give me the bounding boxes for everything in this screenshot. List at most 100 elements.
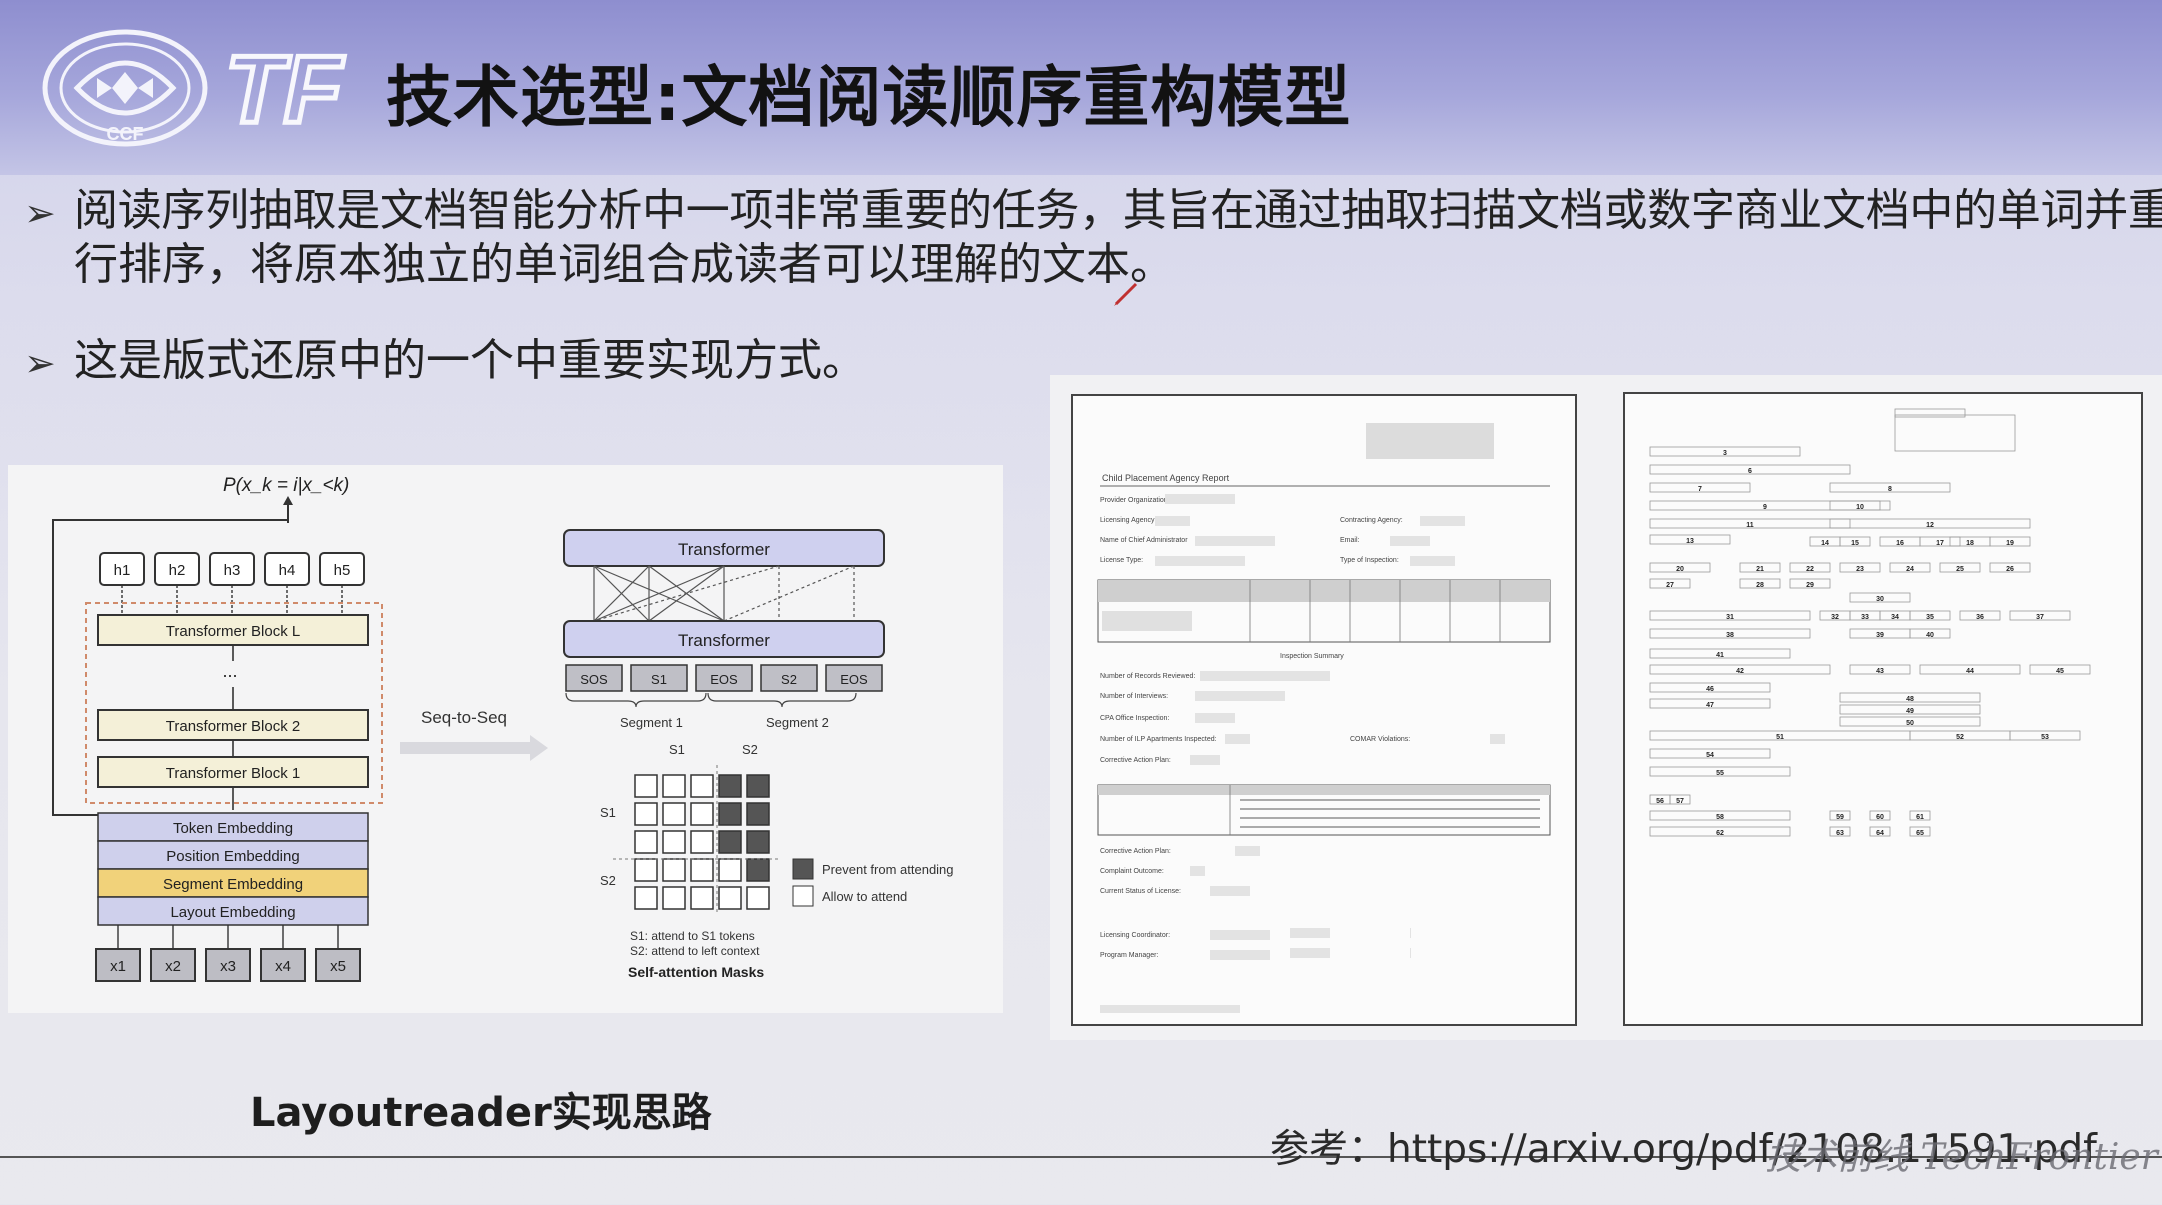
bullet-2-line1: 这是版式还原中的一个中重要实现方式。 [74, 335, 866, 386]
order-number: 53 [2041, 734, 2049, 741]
form-label: Licensing Coordinator: [1100, 932, 1170, 939]
order-number: 36 [1976, 614, 1984, 621]
order-number: 46 [1706, 686, 1714, 693]
block-ellipsis: ... [222, 661, 237, 681]
watermark: 技术前线 TechFrontier [1765, 1137, 2158, 1178]
order-number: 26 [2006, 566, 2014, 573]
bullet-1-line1: 阅读序列抽取是文档智能分析中一项非常重要的任务，其旨在通过抽取扫描文档或数字商业… [74, 185, 2162, 236]
order-number: 41 [1716, 652, 1724, 659]
order-number: 37 [2036, 614, 2044, 621]
order-number: 15 [1851, 540, 1859, 547]
order-number: 54 [1706, 752, 1714, 759]
form-label: Program Manager: [1100, 952, 1158, 959]
form-label: Number of Interviews: [1100, 693, 1168, 700]
order-number: 64 [1876, 830, 1884, 837]
mask-cell [718, 858, 742, 882]
order-number: 62 [1716, 830, 1724, 837]
mask-title: Self-attention Masks [628, 964, 764, 980]
order-number: 45 [2056, 668, 2064, 675]
x-token-label: x3 [220, 958, 236, 975]
x-token-label: x5 [330, 958, 346, 975]
legend-allow-label: Allow to attend [822, 889, 907, 904]
order-number: 60 [1876, 814, 1884, 821]
seq2seq-label: Seq-to-Seq [421, 708, 507, 727]
order-number: 13 [1686, 538, 1694, 545]
mask-cell [662, 774, 686, 798]
order-number: 17 [1936, 540, 1944, 547]
mask-note-2: S2: attend to left context [630, 944, 760, 958]
form-label: Current Status of License: [1100, 888, 1181, 895]
legend-prevent-label: Prevent from attending [822, 862, 954, 877]
header-banner: CCF TF 技术选型:文档阅读顺序重构模型 [0, 0, 2162, 175]
order-number: 59 [1836, 814, 1844, 821]
order-number: 18 [1966, 540, 1974, 547]
order-number: 6 [1748, 468, 1752, 475]
order-number: 12 [1926, 522, 1934, 529]
order-number: 58 [1716, 814, 1724, 821]
h-token-label: h2 [169, 562, 186, 579]
order-number: 7 [1698, 486, 1702, 493]
order-number: 20 [1676, 566, 1684, 573]
x-token-label: x1 [110, 958, 126, 975]
seq-token-label: SOS [580, 672, 608, 687]
order-number: 23 [1856, 566, 1864, 573]
mask-cell [662, 802, 686, 826]
order-number: 8 [1888, 486, 1892, 493]
order-number: 29 [1806, 582, 1814, 589]
mask-cell [746, 830, 770, 854]
order-number: 56 [1656, 798, 1664, 805]
x-token-label: x4 [275, 958, 291, 975]
order-number: 3 [1723, 450, 1727, 457]
transformer-bottom-label: Transformer [678, 631, 770, 650]
ccf-logo: CCF [42, 29, 208, 147]
seq-token-label: S2 [781, 672, 797, 687]
order-number: 24 [1906, 566, 1914, 573]
formula-label: P(x_k = i|x_<k) [223, 475, 349, 496]
mask-cell [718, 774, 742, 798]
form-label: Licensing Agency: [1100, 517, 1156, 524]
order-number: 16 [1896, 540, 1904, 547]
order-number: 65 [1916, 830, 1924, 837]
mask-cell [634, 774, 658, 798]
mask-cell [746, 774, 770, 798]
order-number: 9 [1763, 504, 1767, 511]
mask-row-s2: S2 [600, 873, 616, 888]
legend-prevent-swatch [792, 858, 814, 880]
form-label: Number of ILP Apartments Inspected: [1100, 736, 1217, 743]
tf-logo: TF [225, 38, 347, 138]
document-examples: Child Placement Agency Report Provider O… [1050, 375, 2162, 1040]
form-label: Type of Inspection: [1340, 557, 1399, 564]
form-label: COMAR Violations: [1350, 736, 1410, 743]
form-label: Complaint Outcome: [1100, 868, 1164, 875]
form-label: Name of Chief Administrator [1100, 537, 1188, 544]
mask-col-s2: S2 [742, 742, 758, 757]
order-number: 34 [1891, 614, 1899, 621]
page-title: 技术选型:文档阅读顺序重构模型 [386, 59, 1352, 136]
embedding-label: Position Embedding [166, 848, 299, 865]
mask-cell [634, 886, 658, 910]
h-token-label: h5 [334, 562, 351, 579]
x-token-label: x2 [165, 958, 181, 975]
embedding-label: Token Embedding [173, 820, 293, 837]
order-number: 22 [1806, 566, 1814, 573]
form-label: Inspection Summary [1280, 653, 1344, 660]
mask-cell [690, 858, 714, 882]
order-number: 55 [1716, 770, 1724, 777]
h-token-label: h4 [279, 562, 296, 579]
h-token-label: h3 [224, 562, 241, 579]
order-number: 50 [1906, 720, 1914, 727]
order-number: 11 [1746, 522, 1754, 529]
mask-note-1: S1: attend to S1 tokens [630, 929, 755, 943]
mask-cell [690, 886, 714, 910]
mask-cell [746, 858, 770, 882]
order-number: 44 [1966, 668, 1974, 675]
mask-cell [746, 802, 770, 826]
form-label: Corrective Action Plan: [1100, 848, 1171, 855]
order-number: 48 [1906, 696, 1914, 703]
order-number: 42 [1736, 668, 1744, 675]
mask-row-s1: S1 [600, 805, 616, 820]
layoutreader-diagram: P(x_k = i|x_<k) h1 h2 h3 h4 h5 Transformer B… [8, 465, 1003, 1013]
form-label: CPA Office Inspection: [1100, 715, 1169, 722]
svg-text:CCF: CCF [107, 124, 144, 144]
order-number: 27 [1666, 582, 1674, 589]
